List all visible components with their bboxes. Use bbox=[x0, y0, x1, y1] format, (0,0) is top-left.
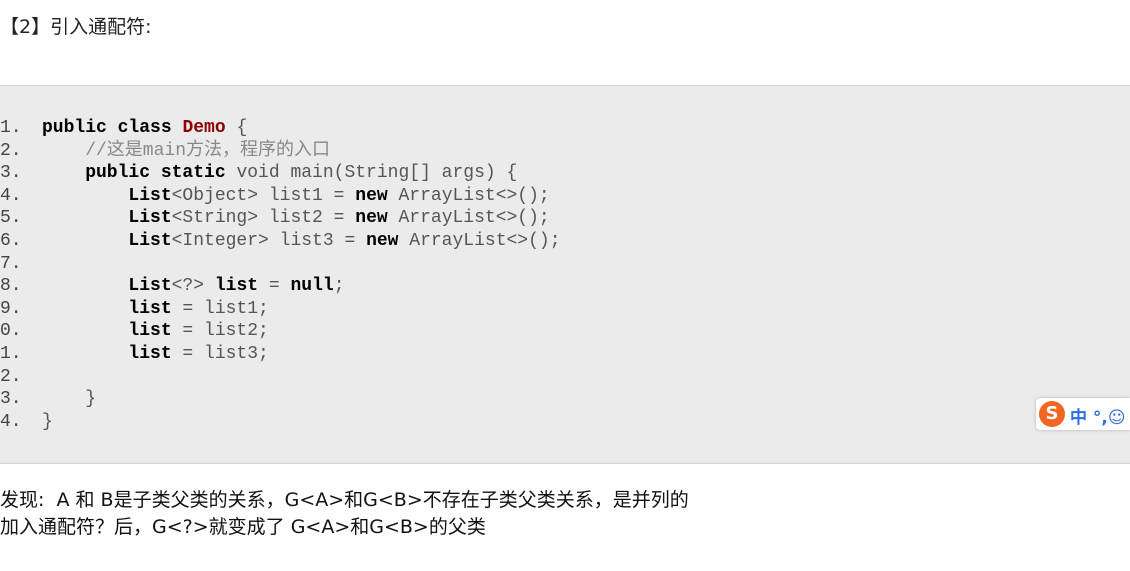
code-token: list bbox=[42, 321, 172, 342]
section-heading: 【2】引入通配符: bbox=[0, 16, 152, 38]
code-text: } bbox=[42, 411, 53, 433]
line-number: 5. bbox=[0, 208, 22, 229]
code-token: List bbox=[42, 185, 172, 206]
code-token: = list1; bbox=[171, 298, 269, 319]
code-token: = list3; bbox=[171, 344, 269, 364]
code-token: <Object> list1 = bbox=[171, 185, 356, 206]
code-token: ArrayList<>(); bbox=[398, 185, 550, 206]
code-token: void main(String[] args) { bbox=[236, 163, 518, 184]
code-token: List bbox=[42, 231, 172, 251]
line-number: 3. bbox=[0, 389, 22, 410]
code-token: List bbox=[42, 208, 172, 229]
line-number: 4. bbox=[0, 185, 22, 206]
line-number: 6. bbox=[0, 231, 22, 251]
code-token: new bbox=[366, 231, 410, 251]
code-block: 1. public class Demo {2. //这是main方法，程序的入口… bbox=[0, 85, 1130, 464]
code-text: //这是main方法，程序的入口 bbox=[42, 140, 330, 162]
code-line: 2. //这是main方法，程序的入口 bbox=[0, 140, 330, 162]
code-line: 7. bbox=[0, 253, 22, 275]
code-token: public static bbox=[42, 163, 237, 184]
code-token: ArrayList<>(); bbox=[409, 231, 561, 251]
code-text: List<Object> list1 = new ArrayList<>(); bbox=[42, 185, 550, 207]
code-token: <?> bbox=[171, 276, 215, 297]
code-token: Demo bbox=[182, 118, 226, 138]
note-line-1: 发现: A 和 B是子类父类的关系，G<A>和G<B>不存在子类父类关系，是并列… bbox=[0, 489, 689, 511]
code-token: ArrayList<>(); bbox=[398, 208, 550, 229]
code-line: 2. bbox=[0, 366, 22, 388]
code-token: new bbox=[355, 208, 399, 229]
code-line: 4.} bbox=[0, 411, 53, 433]
code-text: } bbox=[42, 388, 96, 410]
code-token: = list2; bbox=[171, 321, 269, 342]
sogou-logo-icon[interactable]: S bbox=[1039, 401, 1065, 427]
code-token: ; bbox=[333, 276, 345, 297]
code-text: List<String> list2 = new ArrayList<>(); bbox=[42, 207, 550, 229]
code-token: //这是main方法，程序的入口 bbox=[42, 140, 331, 161]
code-text: list = list3; bbox=[42, 343, 269, 365]
code-line: 5. List<String> list2 = new ArrayList<>(… bbox=[0, 207, 550, 229]
code-token: public class bbox=[42, 118, 183, 138]
line-number: 2. bbox=[0, 366, 22, 387]
line-number: 1. bbox=[0, 118, 22, 138]
code-line: 8. List<?> list = null; bbox=[0, 275, 345, 297]
code-token: List bbox=[42, 276, 172, 297]
line-number: 4. bbox=[0, 411, 22, 432]
code-token: } bbox=[42, 411, 53, 432]
code-line: 1. list = list3; bbox=[0, 343, 269, 365]
code-text: List<?> list = null; bbox=[42, 275, 345, 297]
document-page: 【2】引入通配符: 1. public class Demo {2. //这是ma… bbox=[0, 0, 1130, 571]
code-text: public class Demo { bbox=[42, 117, 247, 139]
code-text: List<Integer> list3 = new ArrayList<>(); bbox=[42, 230, 561, 252]
code-token: <String> list2 = bbox=[171, 208, 356, 229]
code-line: 1. public class Demo { bbox=[0, 117, 247, 139]
code-text: public static void main(String[] args) { bbox=[42, 162, 517, 184]
line-number: 9. bbox=[0, 298, 22, 319]
ime-status-label[interactable]: 中 °,☺ bbox=[1070, 403, 1126, 428]
line-number: 2. bbox=[0, 140, 22, 161]
line-number: 1. bbox=[0, 344, 22, 364]
note-line-2: 加入通配符？后，G<?>就变成了 G<A>和G<B>的父类 bbox=[0, 516, 486, 538]
code-text: list = list2; bbox=[42, 320, 269, 342]
code-token: list bbox=[214, 276, 259, 297]
code-line: 6. List<Integer> list3 = new ArrayList<>… bbox=[0, 230, 561, 252]
line-number: 8. bbox=[0, 276, 22, 297]
code-line: 0. list = list2; bbox=[0, 320, 269, 342]
ime-toolbar[interactable]: S 中 °,☺ bbox=[1036, 398, 1130, 430]
code-token: <Integer> list3 = bbox=[171, 231, 367, 251]
code-token: } bbox=[42, 389, 97, 410]
code-line: 3. } bbox=[0, 388, 96, 410]
code-token: list bbox=[42, 344, 172, 364]
line-number: 0. bbox=[0, 321, 22, 342]
code-token: = bbox=[258, 276, 291, 297]
code-token: null bbox=[290, 276, 334, 297]
code-line: 9. list = list1; bbox=[0, 298, 269, 320]
code-line: 3. public static void main(String[] args… bbox=[0, 162, 517, 184]
line-number: 3. bbox=[0, 163, 22, 184]
code-line: 4. List<Object> list1 = new ArrayList<>(… bbox=[0, 185, 550, 207]
code-token: { bbox=[225, 118, 248, 138]
line-number: 7. bbox=[0, 253, 22, 274]
code-text: list = list1; bbox=[42, 298, 269, 320]
code-token: new bbox=[355, 185, 399, 206]
code-token: list bbox=[42, 298, 172, 319]
